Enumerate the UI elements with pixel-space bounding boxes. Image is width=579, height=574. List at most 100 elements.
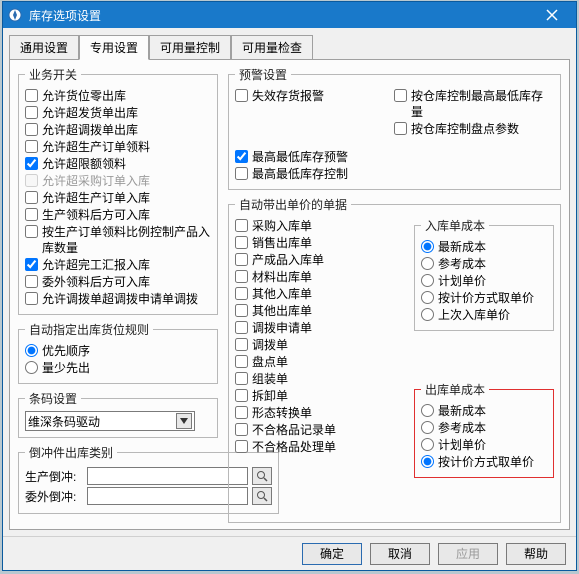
in-cost-opt-3[interactable]: 按计价方式取单价 bbox=[421, 290, 547, 306]
doc-item-10[interactable]: 拆卸单 bbox=[235, 388, 408, 404]
doc-item-checkbox-12[interactable] bbox=[235, 423, 248, 436]
doc-item-12[interactable]: 不合格品记录单 bbox=[235, 422, 408, 438]
out-cost-opt-radio-1[interactable] bbox=[421, 421, 434, 434]
alert-left-checkbox-0[interactable] bbox=[235, 89, 248, 102]
tab-special[interactable]: 专用设置 bbox=[79, 35, 149, 60]
doc-item-checkbox-7[interactable] bbox=[235, 338, 248, 351]
doc-item-0[interactable]: 采购入库单 bbox=[235, 218, 408, 234]
biz-switch-item-10[interactable]: 委外领料后方可入库 bbox=[25, 274, 211, 290]
biz-switch-item-11[interactable]: 允许调拨单超调拨申请单调拨 bbox=[25, 291, 211, 307]
doc-item-4[interactable]: 其他入库单 bbox=[235, 286, 408, 302]
biz-switch-item-checkbox-0[interactable] bbox=[25, 89, 38, 102]
doc-item-checkbox-3[interactable] bbox=[235, 270, 248, 283]
in-cost-opt-radio-3[interactable] bbox=[421, 291, 434, 304]
alert-right-checkbox-0[interactable] bbox=[394, 89, 407, 102]
help-button[interactable]: 帮助 bbox=[506, 543, 566, 565]
biz-switch-item-checkbox-3[interactable] bbox=[25, 140, 38, 153]
biz-switch-item-8[interactable]: 按生产订单领料比例控制产品入库数量 bbox=[25, 224, 211, 256]
cancel-button[interactable]: 取消 bbox=[370, 543, 430, 565]
tab-avail-check[interactable]: 可用量检查 bbox=[231, 35, 313, 60]
close-button[interactable] bbox=[532, 5, 572, 25]
doc-item-checkbox-11[interactable] bbox=[235, 406, 248, 419]
biz-switch-item-1[interactable]: 允许超发货单出库 bbox=[25, 105, 211, 121]
doc-item-1[interactable]: 销售出库单 bbox=[235, 235, 408, 251]
out-cost-opt-2[interactable]: 计划单价 bbox=[421, 437, 547, 453]
alert-bottom-0[interactable]: 最高最低库存预警 bbox=[235, 149, 554, 165]
doc-item-3[interactable]: 材料出库单 bbox=[235, 269, 408, 285]
ok-button[interactable]: 确定 bbox=[302, 543, 362, 565]
in-cost-opt-radio-4[interactable] bbox=[421, 308, 434, 321]
biz-switch-item-checkbox-8[interactable] bbox=[25, 225, 38, 238]
biz-switch-item-checkbox-7[interactable] bbox=[25, 208, 38, 221]
doc-item-checkbox-8[interactable] bbox=[235, 355, 248, 368]
alert-right-label-0: 按仓库控制最高最低库存量 bbox=[411, 88, 554, 120]
out-cost-opt-radio-0[interactable] bbox=[421, 404, 434, 417]
doc-item-checkbox-2[interactable] bbox=[235, 253, 248, 266]
auto-loc-opt-0[interactable]: 优先顺序 bbox=[25, 343, 211, 359]
doc-item-5[interactable]: 其他出库单 bbox=[235, 303, 408, 319]
biz-switch-item-checkbox-11[interactable] bbox=[25, 292, 38, 305]
out-cost-opt-3[interactable]: 按计价方式取单价 bbox=[421, 454, 547, 470]
doc-item-checkbox-9[interactable] bbox=[235, 372, 248, 385]
biz-switch-item-checkbox-6[interactable] bbox=[25, 191, 38, 204]
tab-avail-control[interactable]: 可用量控制 bbox=[149, 35, 231, 60]
biz-switch-item-0[interactable]: 允许货位零出库 bbox=[25, 88, 211, 104]
doc-item-11[interactable]: 形态转换单 bbox=[235, 405, 408, 421]
biz-switch-item-checkbox-9[interactable] bbox=[25, 258, 38, 271]
biz-switch-item-label-5: 允许超采购订单入库 bbox=[42, 173, 150, 189]
alert-bottom-checkbox-0[interactable] bbox=[235, 150, 248, 163]
alert-bottom-1[interactable]: 最高最低库存控制 bbox=[235, 166, 554, 182]
label-prod-reverse: 生产倒冲: bbox=[25, 468, 83, 485]
out-cost-opt-1[interactable]: 参考成本 bbox=[421, 420, 547, 436]
doc-item-checkbox-1[interactable] bbox=[235, 236, 248, 249]
group-biz-switch: 业务开关 允许货位零出库允许超发货单出库允许超调拨单出库允许超生产订单领料允许超… bbox=[18, 66, 218, 315]
biz-switch-item-4[interactable]: 允许超限额领料 bbox=[25, 156, 211, 172]
input-prod-reverse[interactable] bbox=[87, 467, 248, 485]
auto-loc-opt-radio-1[interactable] bbox=[25, 361, 38, 374]
doc-item-checkbox-5[interactable] bbox=[235, 304, 248, 317]
doc-item-checkbox-13[interactable] bbox=[235, 440, 248, 453]
alert-left-0[interactable]: 失效存货报警 bbox=[235, 88, 386, 104]
in-cost-opt-4[interactable]: 上次入库单价 bbox=[421, 307, 547, 323]
barcode-driver-combo[interactable]: 维深条码驱动 bbox=[25, 411, 195, 431]
doc-item-checkbox-6[interactable] bbox=[235, 321, 248, 334]
alert-right-checkbox-1[interactable] bbox=[394, 122, 407, 135]
auto-loc-opt-radio-0[interactable] bbox=[25, 344, 38, 357]
doc-item-2[interactable]: 产成品入库单 bbox=[235, 252, 408, 268]
biz-switch-item-3[interactable]: 允许超生产订单领料 bbox=[25, 139, 211, 155]
out-cost-opt-radio-2[interactable] bbox=[421, 438, 434, 451]
doc-item-8[interactable]: 盘点单 bbox=[235, 354, 408, 370]
in-cost-opt-0[interactable]: 最新成本 bbox=[421, 239, 547, 255]
doc-item-checkbox-10[interactable] bbox=[235, 389, 248, 402]
doc-item-checkbox-4[interactable] bbox=[235, 287, 248, 300]
doc-item-7[interactable]: 调拨单 bbox=[235, 337, 408, 353]
biz-switch-item-6[interactable]: 允许超生产订单入库 bbox=[25, 190, 211, 206]
alert-right-1[interactable]: 按仓库控制盘点参数 bbox=[394, 121, 554, 137]
biz-switch-item-2[interactable]: 允许超调拨单出库 bbox=[25, 122, 211, 138]
out-cost-opt-radio-3[interactable] bbox=[421, 455, 434, 468]
in-cost-opt-radio-1[interactable] bbox=[421, 257, 434, 270]
doc-item-checkbox-0[interactable] bbox=[235, 219, 248, 232]
in-cost-opt-label-1: 参考成本 bbox=[438, 256, 486, 272]
auto-loc-opt-1[interactable]: 量少先出 bbox=[25, 360, 211, 376]
biz-switch-item-checkbox-2[interactable] bbox=[25, 123, 38, 136]
alert-right-0[interactable]: 按仓库控制最高最低库存量 bbox=[394, 88, 554, 120]
alert-bottom-checkbox-1[interactable] bbox=[235, 167, 248, 180]
in-cost-opt-2[interactable]: 计划单价 bbox=[421, 273, 547, 289]
tab-general[interactable]: 通用设置 bbox=[9, 35, 79, 60]
in-cost-opt-radio-2[interactable] bbox=[421, 274, 434, 287]
input-outsrc-reverse[interactable] bbox=[87, 487, 248, 505]
biz-switch-item-checkbox-1[interactable] bbox=[25, 106, 38, 119]
in-cost-opt-radio-0[interactable] bbox=[421, 240, 434, 253]
biz-switch-item-9[interactable]: 允许超完工汇报入库 bbox=[25, 257, 211, 273]
biz-switch-item-checkbox-10[interactable] bbox=[25, 275, 38, 288]
out-cost-opt-0[interactable]: 最新成本 bbox=[421, 403, 547, 419]
doc-item-13[interactable]: 不合格品处理单 bbox=[235, 439, 408, 455]
apply-button[interactable]: 应用 bbox=[438, 543, 498, 565]
doc-item-9[interactable]: 组装单 bbox=[235, 371, 408, 387]
biz-switch-item-checkbox-4[interactable] bbox=[25, 157, 38, 170]
legend-barcode: 条码设置 bbox=[25, 390, 81, 407]
in-cost-opt-1[interactable]: 参考成本 bbox=[421, 256, 547, 272]
doc-item-6[interactable]: 调拨申请单 bbox=[235, 320, 408, 336]
biz-switch-item-7[interactable]: 生产领料后方可入库 bbox=[25, 207, 211, 223]
